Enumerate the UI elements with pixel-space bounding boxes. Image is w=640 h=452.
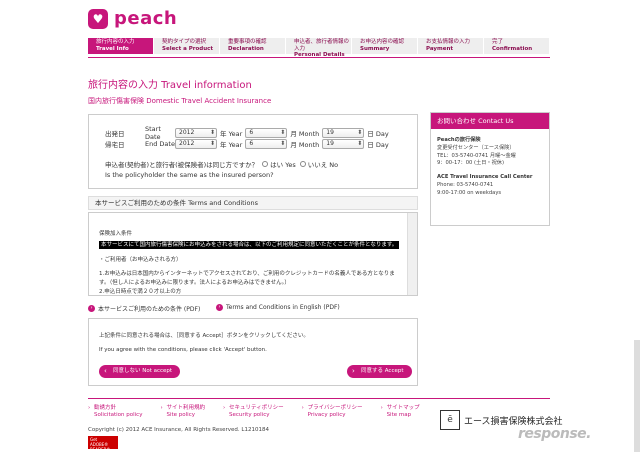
insurance-subtitle: 国内旅行傷害保険 Domestic Travel Accident Insura… bbox=[88, 97, 272, 105]
no-label: いいえ No bbox=[307, 161, 339, 169]
page-title: 旅行内容の入力 Travel information bbox=[88, 80, 252, 91]
consent-text-jp: 上記条件に同意される場合は、［同意する Accept］ボタンをクリックしてくださ… bbox=[99, 333, 309, 339]
arrow-icon: › bbox=[216, 304, 223, 311]
heart-icon: ♥ bbox=[88, 8, 108, 29]
start-month-select[interactable]: 6 bbox=[245, 128, 288, 138]
footer-links: 勧誘方針Solicitation policy サイト利用規約Site poli… bbox=[88, 405, 420, 418]
copyright-text: Copyright (c) 2012 ACE Insurance, All Ri… bbox=[88, 427, 269, 433]
no-radio[interactable] bbox=[299, 161, 306, 167]
terms-line: 保険加入条件 bbox=[99, 231, 133, 237]
peach-logo[interactable]: ♥ peach bbox=[88, 8, 177, 29]
step-travel-info: 旅行内容の入力 Travel Info bbox=[88, 38, 154, 54]
terms-pdf-en-link[interactable]: › Terms and Conditions in English (PDF) bbox=[216, 304, 340, 311]
peach-center: 変更受付センター（エース保険） bbox=[437, 144, 515, 151]
end-year-select[interactable]: 2012 bbox=[175, 139, 217, 149]
terms-scrollbar[interactable] bbox=[407, 213, 417, 295]
not-accept-button[interactable]: 同意しない Not accept bbox=[99, 365, 181, 378]
year-unit-label: 年 Year bbox=[220, 130, 243, 138]
yes-label: はい Yes bbox=[270, 161, 296, 169]
footer-link-privacy[interactable]: プライバシーポリシーPrivacy policy bbox=[302, 405, 363, 418]
day-unit-label: 日 Day bbox=[367, 141, 389, 149]
question-en: Is the policyholder the same as the insu… bbox=[105, 171, 274, 179]
step-summary: お申込内容の確認 Summary bbox=[352, 38, 418, 54]
year-unit-label: 年 Year bbox=[220, 141, 243, 149]
start-day-select[interactable]: 19 bbox=[322, 128, 365, 138]
terms-line: 1.お申込みは日本国内からインターネットでアクセスされており、ご利用のクレジット… bbox=[99, 271, 395, 277]
arrow-icon: › bbox=[88, 305, 95, 312]
ace-hours: 9:00-17:00 on weekdays bbox=[437, 189, 502, 196]
start-year-select[interactable]: 2012 bbox=[175, 128, 217, 138]
step-confirmation: 完了 Confirmation bbox=[484, 38, 550, 54]
terms-line: す。（但し人によるお申込みに限ります。法人によるお申込みはできません。） bbox=[99, 280, 290, 286]
contact-body: Peachの旅行保険 変更受付センター（エース保険） TEL：03-5740-0… bbox=[437, 137, 543, 198]
step-select-product: 契約タイプの選択 Select a Product bbox=[154, 38, 220, 54]
end-date-row: 帰宅日 End Date 2012 年 Year 6 月 Month 19 日 … bbox=[105, 139, 392, 149]
yes-radio[interactable] bbox=[262, 161, 269, 167]
day-unit-label: 日 Day bbox=[367, 130, 389, 138]
terms-pdf-jp-link[interactable]: › 本サービスご利用のための条件 (PDF) bbox=[88, 304, 200, 313]
footer-link-sitemap[interactable]: サイトマップSite map bbox=[381, 405, 420, 418]
start-date-label-jp: 出発日 bbox=[105, 130, 125, 138]
response-watermark: response. bbox=[518, 426, 592, 442]
ace-company-name: エース損害保険株式会社 bbox=[464, 416, 563, 427]
progress-steps: 旅行内容の入力 Travel Info 契約タイプの選択 Select a Prod… bbox=[88, 38, 550, 58]
ace-mark-icon: ē bbox=[440, 410, 460, 430]
end-date-label-en: End Date bbox=[145, 140, 175, 148]
consent-text-en: If you agree with the conditions, please… bbox=[99, 347, 267, 353]
terms-heading: 本サービスご利用のための条件 Terms and Conditions bbox=[88, 196, 418, 210]
terms-scroll-box[interactable]: 保険加入条件 本サービスにて国内旅行傷害保険にお申込みをされる場合は、以下のご利… bbox=[88, 212, 418, 296]
accept-button[interactable]: 同意する Accept bbox=[347, 365, 412, 378]
contact-title: お問い合わせ Contact Us bbox=[431, 113, 549, 129]
terms-pdf-en-label: Terms and Conditions in English (PDF) bbox=[226, 304, 340, 311]
terms-highlight: 本サービスにて国内旅行傷害保険にお申込みをされる場合は、以下のご利用規定に同意い… bbox=[99, 241, 399, 249]
step-personal-details: 申込者、旅行者情報の入力 Personal Details bbox=[286, 38, 352, 58]
peach-insurance-name: Peachの旅行保険 bbox=[437, 137, 481, 143]
ace-phone: Phone: 03-5740-0741 bbox=[437, 181, 494, 188]
consent-box: 上記条件に同意される場合は、［同意する Accept］ボタンをクリックしてくださ… bbox=[88, 318, 418, 386]
logo-text: peach bbox=[114, 8, 178, 29]
peach-hours: 9：00-17：00 (土日・祝休) bbox=[437, 160, 504, 167]
footer-link-solicitation[interactable]: 勧誘方針Solicitation policy bbox=[88, 405, 142, 418]
end-day-select[interactable]: 19 bbox=[322, 139, 365, 149]
question-en-row: Is the policyholder the same as the insu… bbox=[105, 171, 274, 179]
end-date-label-jp: 帰宅日 bbox=[105, 141, 125, 149]
adobe-reader-badge[interactable]: Get ADOBE® READER® bbox=[88, 436, 118, 452]
travel-form: 出発日 Start Date 2012 年 Year 6 月 Month 19 … bbox=[88, 114, 418, 189]
terms-pdf-jp-label: 本サービスご利用のための条件 (PDF) bbox=[98, 306, 201, 313]
month-unit-label: 月 Month bbox=[290, 141, 320, 149]
step-declaration: 重要事項の確認 Declaration bbox=[220, 38, 286, 54]
contact-sidebar: お問い合わせ Contact Us Peachの旅行保険 変更受付センター（エー… bbox=[430, 112, 550, 226]
header-rule bbox=[88, 57, 550, 58]
terms-line: ・ご利用者（お申込みされる方） bbox=[99, 257, 182, 263]
footer-link-site-policy[interactable]: サイト利用規約Site policy bbox=[160, 405, 205, 418]
same-person-question: 申込者(契約者)と旅行者(被保険者)は同じ方ですか？ はい Yes いいえ No bbox=[105, 159, 338, 169]
step-payment: お支払情報の入力 Payment bbox=[418, 38, 484, 54]
ace-center-name: ACE Travel Insurance Call Center bbox=[437, 174, 533, 181]
terms-line: 2.申込日時点で満２０才以上の方 bbox=[99, 289, 182, 295]
footer-link-security[interactable]: セキュリティポリシーSecurity policy bbox=[223, 405, 284, 418]
end-month-select[interactable]: 6 bbox=[245, 139, 288, 149]
footer-rule bbox=[88, 398, 550, 399]
month-unit-label: 月 Month bbox=[290, 130, 320, 138]
page-scrollbar[interactable] bbox=[634, 340, 640, 452]
question-jp: 申込者(契約者)と旅行者(被保険者)は同じ方ですか？ bbox=[105, 161, 259, 169]
